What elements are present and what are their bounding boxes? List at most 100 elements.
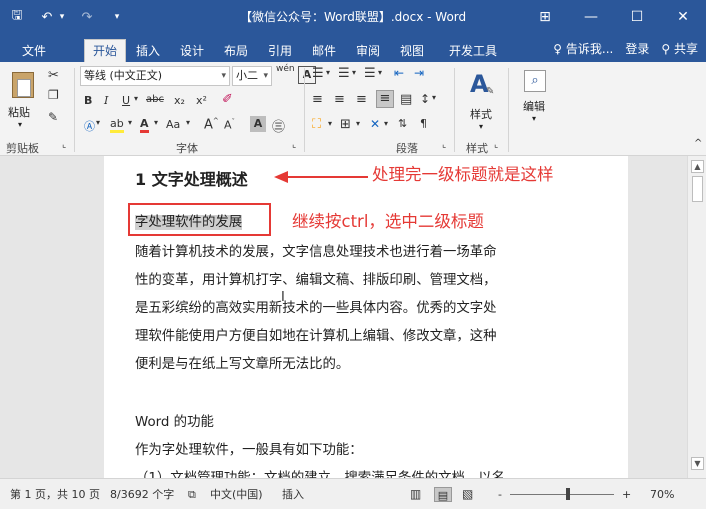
- zoom-in-button[interactable]: +: [622, 479, 631, 509]
- phonetic-guide-icon[interactable]: wén: [276, 64, 295, 74]
- tab-developer[interactable]: 开发工具: [441, 40, 505, 62]
- scroll-up-icon[interactable]: ▲: [691, 160, 704, 173]
- underline-dropdown-icon[interactable]: ▾: [134, 94, 138, 103]
- vertical-scrollbar[interactable]: ▲ ▼: [687, 156, 706, 478]
- format-painter-icon[interactable]: ✎: [48, 110, 58, 124]
- tab-design[interactable]: 设计: [172, 40, 212, 62]
- styles-button[interactable]: A ✎ 样式 ▾: [460, 68, 504, 134]
- text-effects-icon[interactable]: Ⓐ: [84, 118, 95, 134]
- character-shading-button[interactable]: A: [250, 116, 266, 132]
- paragraph-line[interactable]: （1）文档管理功能：文档的建立、搜索满足条件的文档、以名: [135, 466, 505, 478]
- minimize-button[interactable]: —: [568, 0, 614, 34]
- undo-dropdown-icon[interactable]: ▾: [58, 8, 66, 26]
- chevron-down-icon[interactable]: ▾: [384, 119, 388, 128]
- chevron-down-icon[interactable]: ▾: [96, 118, 100, 127]
- increase-indent-icon[interactable]: ⇥: [414, 66, 424, 80]
- chevron-down-icon[interactable]: ▾: [154, 118, 158, 127]
- web-layout-icon[interactable]: ▧: [462, 479, 473, 509]
- tab-review[interactable]: 审阅: [348, 40, 388, 62]
- distributed-icon[interactable]: ▤: [400, 92, 412, 107]
- bold-button[interactable]: B: [84, 94, 92, 107]
- print-layout-icon[interactable]: ▤: [434, 487, 452, 502]
- subscript-button[interactable]: x₂: [174, 94, 185, 107]
- highlight-color-button[interactable]: ab: [110, 118, 124, 133]
- shrink-font-button[interactable]: Aˇ: [224, 118, 235, 132]
- zoom-out-button[interactable]: -: [498, 479, 502, 509]
- chevron-down-icon[interactable]: ▾: [186, 118, 190, 127]
- font-size-combo[interactable]: 小二 ▾: [232, 66, 272, 86]
- tab-view[interactable]: 视图: [392, 40, 432, 62]
- chevron-down-icon[interactable]: ▾: [378, 68, 382, 77]
- multilevel-list-icon[interactable]: ☰: [364, 66, 376, 81]
- show-marks-icon[interactable]: ¶: [420, 117, 427, 130]
- paragraph-line[interactable]: 随着计算机技术的发展，文字信息处理技术也进行着一场革命: [135, 240, 497, 260]
- read-mode-icon[interactable]: ▥: [410, 479, 421, 509]
- chevron-down-icon[interactable]: ▾: [326, 68, 330, 77]
- font-launcher-icon[interactable]: ⌞: [292, 140, 296, 150]
- grow-font-button[interactable]: A^: [204, 117, 219, 132]
- paragraph-line[interactable]: 理软件能使用户方便自如地在计算机上编辑、修改文章，这种: [135, 324, 497, 344]
- change-case-button[interactable]: Aa: [166, 118, 180, 131]
- tab-file[interactable]: 文件: [14, 40, 54, 62]
- save-icon[interactable]: 🖫: [8, 8, 26, 26]
- language[interactable]: 中文(中国): [210, 479, 263, 509]
- collapse-ribbon-icon[interactable]: ^: [694, 138, 702, 149]
- styles-launcher-icon[interactable]: ⌞: [494, 140, 498, 150]
- ribbon-options-icon[interactable]: ⊞: [522, 0, 568, 34]
- cut-icon[interactable]: ✂: [48, 68, 59, 83]
- line-spacing-icon[interactable]: ↕: [420, 92, 430, 106]
- tell-me-box[interactable]: ♀ 告诉我...: [553, 40, 613, 57]
- chevron-down-icon[interactable]: ▾: [432, 93, 436, 102]
- maximize-button[interactable]: ☐: [614, 0, 660, 34]
- align-left-icon[interactable]: ≡: [312, 92, 323, 107]
- tab-layout[interactable]: 布局: [216, 40, 256, 62]
- chevron-down-icon[interactable]: ▾: [328, 119, 332, 128]
- clipboard-launcher-icon[interactable]: ⌞: [62, 140, 66, 150]
- scroll-down-icon[interactable]: ▼: [691, 457, 704, 470]
- paragraph-line[interactable]: 性的变革，用计算机打字、编辑文稿、排版印刷、管理文档，: [135, 268, 497, 288]
- zoom-slider[interactable]: [510, 494, 614, 495]
- redo-icon[interactable]: ↷: [78, 8, 96, 26]
- borders-icon[interactable]: ⊞: [340, 117, 351, 132]
- share-button[interactable]: ⚲ 共享: [661, 40, 698, 57]
- tab-references[interactable]: 引用: [260, 40, 300, 62]
- editing-button[interactable]: ⌕ 编辑 ▾: [514, 68, 556, 134]
- tab-home[interactable]: 开始: [84, 39, 127, 63]
- customize-qat-icon[interactable]: ▾: [108, 8, 126, 26]
- font-color-button[interactable]: A: [140, 118, 149, 133]
- word-count[interactable]: 8/3692 个字: [110, 479, 174, 509]
- sort-icon[interactable]: ⇅: [398, 117, 407, 130]
- login-link[interactable]: 登录: [625, 40, 649, 57]
- paragraph-line[interactable]: 便利是与在纸上写文章所无法比的。: [135, 352, 349, 372]
- heading1-text[interactable]: 1 文字处理概述: [135, 166, 248, 190]
- paragraph-launcher-icon[interactable]: ⌞: [442, 140, 446, 150]
- align-center-icon[interactable]: ≡: [334, 92, 345, 107]
- zoom-slider-thumb[interactable]: [566, 488, 570, 500]
- underline-button[interactable]: U: [122, 94, 130, 107]
- chevron-down-icon[interactable]: ▾: [352, 68, 356, 77]
- shading-icon[interactable]: ⛶: [312, 117, 321, 132]
- superscript-button[interactable]: x²: [196, 94, 207, 107]
- bullets-icon[interactable]: ☰: [312, 66, 324, 81]
- close-button[interactable]: ✕: [660, 0, 706, 34]
- italic-button[interactable]: I: [104, 94, 108, 107]
- strikethrough-button[interactable]: abc: [146, 94, 164, 105]
- chevron-down-icon[interactable]: ▾: [356, 119, 360, 128]
- zoom-level[interactable]: 70%: [650, 479, 674, 509]
- proofing-icon[interactable]: ⧉: [188, 479, 196, 509]
- tab-mailings[interactable]: 邮件: [304, 40, 344, 62]
- chevron-down-icon[interactable]: ▾: [128, 118, 132, 127]
- clear-formatting-icon[interactable]: ✐: [222, 92, 233, 107]
- decrease-indent-icon[interactable]: ⇤: [394, 66, 404, 80]
- copy-icon[interactable]: ❐: [48, 88, 59, 102]
- justify-icon[interactable]: ≡: [376, 90, 394, 108]
- tab-insert[interactable]: 插入: [128, 40, 168, 62]
- page-count[interactable]: 第 1 页，共 10 页: [10, 479, 100, 509]
- font-family-combo[interactable]: 等线 (中文正文) ▾: [80, 66, 230, 86]
- enclose-characters-button[interactable]: ㊂: [272, 116, 285, 135]
- chinese-layout-icon[interactable]: ✕: [370, 117, 380, 131]
- numbering-icon[interactable]: ☰: [338, 66, 350, 81]
- word-function-intro[interactable]: 作为字处理软件，一般具有如下功能：: [135, 438, 363, 458]
- scroll-thumb[interactable]: [692, 176, 703, 202]
- undo-icon[interactable]: ↶: [38, 8, 56, 26]
